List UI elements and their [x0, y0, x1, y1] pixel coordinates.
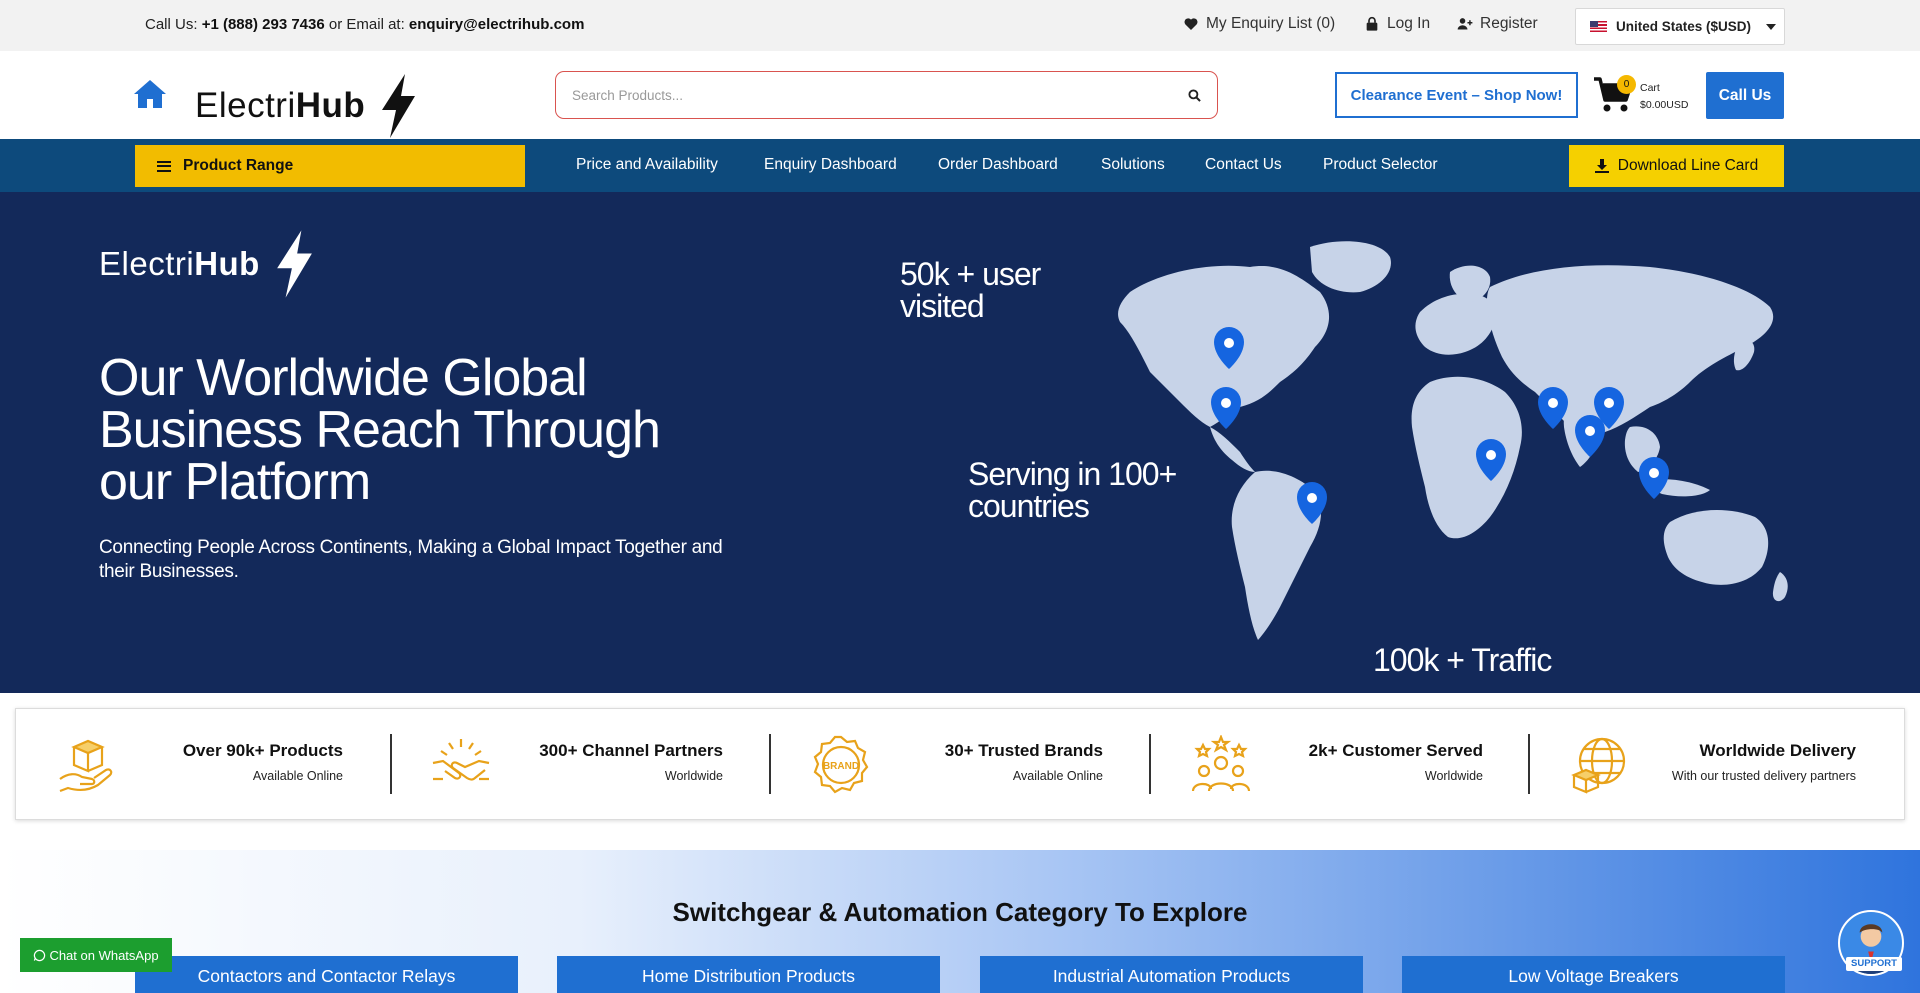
whatsapp-chat-button[interactable]: Chat on WhatsApp	[20, 938, 172, 972]
box-hand-icon	[59, 739, 113, 793]
lock-icon	[1366, 16, 1378, 31]
stat-users: 50k + user visited	[900, 256, 1041, 324]
nav-product-selector[interactable]: Product Selector	[1323, 156, 1438, 174]
nav-contact-us[interactable]: Contact Us	[1205, 156, 1282, 174]
enquiry-list-link[interactable]: My Enquiry List (0)	[1183, 15, 1335, 33]
header: ElectriHub Clearance Event – Shop Now! 0…	[0, 51, 1920, 139]
feature-subtitle: Available Online	[252, 769, 343, 783]
search-bar	[555, 71, 1218, 119]
support-label: SUPPORT	[1846, 957, 1902, 971]
stat-traffic: 100k + Traffic	[1373, 642, 1552, 678]
heart-icon	[1184, 18, 1198, 30]
us-flag-icon	[1590, 21, 1607, 32]
feature-subtitle: With our trusted delivery partners	[1671, 769, 1856, 783]
search-input[interactable]	[572, 87, 1188, 103]
contact-info: Call Us: +1 (888) 293 7436 or Email at: …	[145, 16, 584, 33]
enquiry-list-label: My Enquiry List (0)	[1206, 15, 1336, 32]
category-contactors[interactable]: Contactors and Contactor Relays	[135, 956, 518, 993]
svg-text:BRAND: BRAND	[823, 761, 859, 772]
category-title: Switchgear & Automation Category To Expl…	[672, 897, 1248, 927]
email-prefix: or Email at:	[324, 16, 409, 33]
site-logo[interactable]: ElectriHub	[195, 74, 417, 138]
whatsapp-label: Chat on WhatsApp	[49, 947, 159, 963]
download-icon	[1594, 159, 1609, 173]
feature-customers: 2k+ Customer Served Worldwide	[1151, 709, 1531, 819]
top-bar: Call Us: +1 (888) 293 7436 or Email at: …	[0, 0, 1920, 51]
call-prefix: Call Us:	[145, 16, 202, 33]
globe-box-icon	[1571, 737, 1626, 794]
nav-price-availability[interactable]: Price and Availability	[576, 156, 718, 174]
country-selector[interactable]: United States ($USD)	[1575, 8, 1785, 45]
feature-subtitle: Worldwide	[664, 769, 723, 783]
caret-down-icon	[1766, 23, 1777, 30]
login-link[interactable]: Log In	[1364, 15, 1430, 33]
country-label: United States ($USD)	[1616, 19, 1752, 34]
user-plus-icon	[1457, 18, 1473, 30]
logo-wordmark: ElectriHub	[195, 86, 366, 125]
hero-title: Our Worldwide Global Business Reach Thro…	[99, 349, 661, 511]
feature-subtitle: Available Online	[1012, 769, 1103, 783]
hero-logo-wordmark: ElectriHub	[99, 245, 260, 282]
world-map-image	[1118, 241, 1788, 640]
feature-title: Over 90k+ Products	[182, 741, 343, 760]
category-section: Switchgear & Automation Category To Expl…	[0, 850, 1920, 993]
category-home-distribution[interactable]: Home Distribution Products	[557, 956, 940, 993]
nav-order-dashboard[interactable]: Order Dashboard	[938, 156, 1058, 174]
lightning-bolt-icon	[277, 230, 312, 298]
whatsapp-icon	[34, 949, 46, 961]
nav-solutions[interactable]: Solutions	[1101, 156, 1165, 174]
hero-subtitle: Connecting People Across Continents, Mak…	[99, 537, 723, 582]
stat-countries: Serving in 100+ countries	[968, 456, 1177, 524]
feature-title: Worldwide Delivery	[1699, 741, 1856, 760]
download-label: Download Line Card	[1617, 157, 1759, 174]
clearance-button[interactable]: Clearance Event – Shop Now!	[1335, 72, 1578, 118]
feature-title: 300+ Channel Partners	[539, 741, 723, 760]
feature-title: 2k+ Customer Served	[1308, 741, 1483, 760]
brand-badge-icon: BRAND	[813, 735, 869, 794]
cart-widget[interactable]: 0 Cart $0.00USD	[1593, 71, 1693, 121]
lightning-bolt-icon	[382, 74, 416, 138]
feature-partners: 300+ Channel Partners Worldwide	[391, 709, 771, 819]
download-line-card-button[interactable]: Download Line Card	[1569, 145, 1784, 187]
features-strip: Over 90k+ Products Available Online 300+…	[15, 708, 1905, 820]
category-industrial-automation[interactable]: Industrial Automation Products	[980, 956, 1363, 993]
home-icon[interactable]	[133, 78, 167, 110]
feature-title: 30+ Trusted Brands	[944, 741, 1103, 760]
product-range-label: Product Range	[183, 157, 294, 174]
main-nav: Product Range Price and Availability Enq…	[0, 139, 1920, 192]
product-range-button[interactable]: Product Range	[135, 145, 525, 187]
register-label: Register	[1480, 15, 1538, 32]
menu-icon	[157, 160, 171, 172]
login-label: Log In	[1387, 15, 1431, 32]
nav-enquiry-dashboard[interactable]: Enquiry Dashboard	[764, 156, 897, 174]
search-icon[interactable]	[1188, 88, 1201, 102]
hero-banner: ElectriHub Our Worldwide Global Business…	[0, 192, 1920, 693]
call-us-button[interactable]: Call Us	[1706, 72, 1784, 119]
hero-logo: ElectriHub	[99, 230, 314, 298]
email-link[interactable]: enquiry@electrihub.com	[409, 16, 585, 33]
feature-delivery: Worldwide Delivery With our trusted deli…	[1530, 709, 1904, 819]
category-low-voltage-breakers[interactable]: Low Voltage Breakers	[1402, 956, 1785, 993]
phone-link[interactable]: +1 (888) 293 7436	[202, 16, 325, 33]
cart-label: Cart	[1640, 82, 1660, 94]
feature-subtitle: Worldwide	[1424, 769, 1483, 783]
handshake-icon	[432, 739, 490, 781]
feature-brands: BRAND 30+ Trusted Brands Available Onlin…	[771, 709, 1151, 819]
feature-products: Over 90k+ Products Available Online	[16, 709, 391, 819]
cart-count-badge: 0	[1617, 75, 1636, 94]
cart-total: $0.00USD	[1640, 99, 1689, 111]
customers-stars-icon	[1191, 735, 1251, 792]
register-link[interactable]: Register	[1457, 15, 1538, 33]
